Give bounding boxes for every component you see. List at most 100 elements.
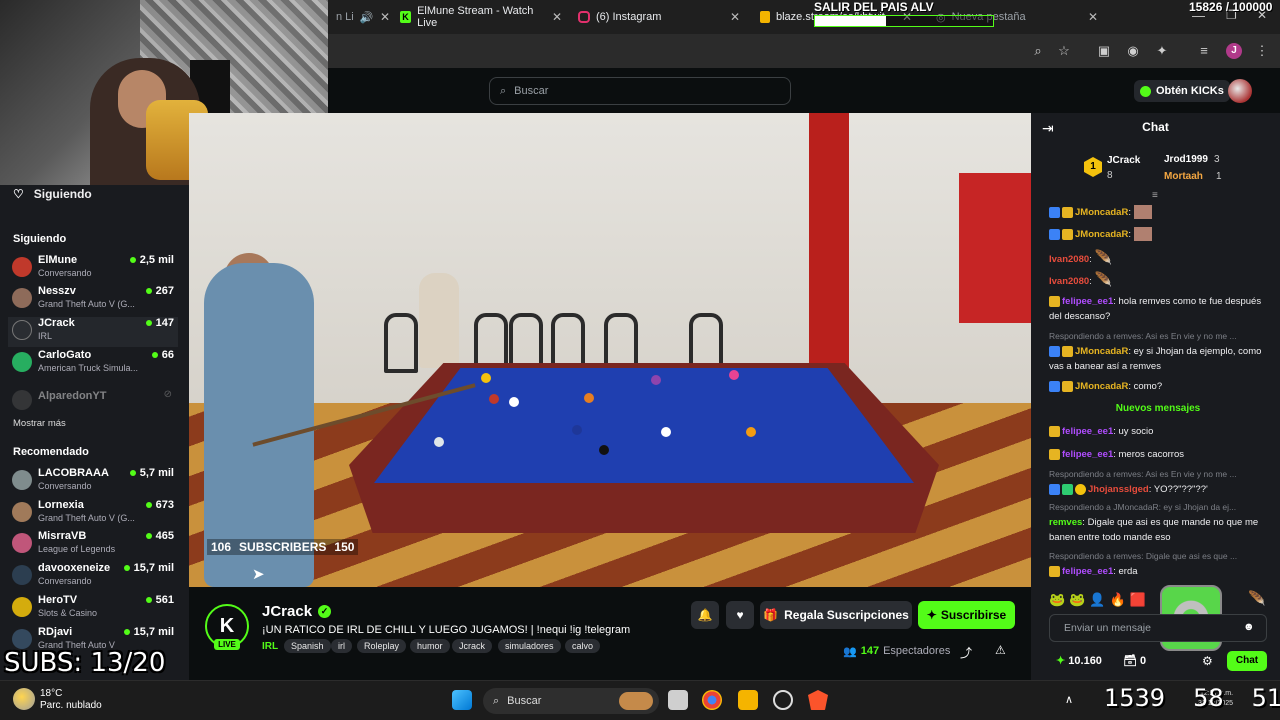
sidebar-item-misrravb[interactable]: MisrraVB League of Legends 465	[12, 530, 174, 560]
user-avatar[interactable]	[1228, 79, 1252, 103]
reply-preview: Respondiendo a remves: Asi es En vie y n…	[1049, 469, 1237, 479]
emote-icon	[1133, 205, 1152, 220]
star-icon[interactable]: ☆	[1056, 43, 1072, 59]
leaderboard-value: 8	[1107, 170, 1113, 181]
emote-icon[interactable]: 🟥	[1130, 592, 1146, 608]
chat-message: felipee_ee1: hola remves como te fue des…	[1049, 295, 1262, 322]
show-more-link[interactable]: Mostrar más	[13, 418, 66, 429]
tray-chevron-icon[interactable]: ∧	[1065, 693, 1073, 706]
tag-chip[interactable]: Spanish	[284, 639, 331, 653]
emote-icon[interactable]: 🐸	[1049, 592, 1065, 608]
follow-heart-button[interactable]: ♥	[726, 601, 754, 629]
countdown-overlay: 1539 58 51	[1104, 684, 1280, 712]
profile-avatar[interactable]: J	[1226, 43, 1242, 59]
report-icon[interactable]: ⚠	[995, 643, 1006, 657]
zoom-icon[interactable]: ⌕	[1030, 43, 1046, 59]
chat-message: JMoncadaR:	[1049, 205, 1271, 220]
file-explorer-icon[interactable]	[738, 690, 758, 710]
tag-chip[interactable]: humor	[410, 639, 450, 653]
following-nav[interactable]: ♡ Siguiendo	[13, 187, 92, 201]
verified-icon: ✓	[318, 605, 332, 618]
chrome-icon[interactable]	[702, 690, 722, 710]
close-icon[interactable]: ✕	[380, 10, 390, 24]
leaderboard-name: Jrod1999	[1164, 154, 1208, 165]
seated-person	[419, 273, 459, 368]
crown-icon	[1049, 295, 1060, 307]
badge-icon	[1049, 380, 1060, 392]
tag-chip[interactable]: Jcrack	[452, 639, 493, 653]
windows-start-icon[interactable]	[452, 690, 472, 710]
emote-icon[interactable]: 🔥	[1110, 592, 1126, 608]
kick-logo-icon: K	[219, 614, 235, 637]
crown-icon	[1062, 380, 1073, 392]
left-sidebar: ♡ Siguiendo Siguiendo ElMune Conversando…	[0, 185, 189, 680]
instagram-icon	[578, 11, 590, 23]
emote-bar[interactable]: 🐸 🐸 👤 🔥 🟥	[1049, 592, 1146, 608]
weather-widget[interactable]: 18°C Parc. nublado	[40, 688, 102, 712]
leaderboard-name: JCrack	[1107, 155, 1141, 166]
tab-label: ElMune Stream - Watch Live	[417, 5, 534, 29]
tag-chip[interactable]: simuladores	[498, 639, 561, 653]
channel-points[interactable]: ✦ 10.160	[1056, 654, 1102, 667]
goal-progress-fill	[815, 16, 887, 26]
extension-shield-icon[interactable]: ◉	[1125, 43, 1141, 59]
browser-tab[interactable]: (6) Instagram ✕	[570, 4, 740, 30]
emote-icon	[1133, 227, 1152, 242]
category-link[interactable]: IRL	[262, 641, 278, 652]
sidebar-item-nesszv[interactable]: Nesszv Grand Theft Auto V (G... 267	[12, 285, 174, 315]
sidebar-item-carlogato[interactable]: CarloGato American Truck Simula... 66	[12, 349, 174, 379]
speaker-icon[interactable]: 🔊	[360, 11, 374, 24]
search-input[interactable]: ⌕ Buscar	[489, 77, 791, 105]
tag-chip[interactable]: Roleplay	[357, 639, 407, 653]
gift-subs-button[interactable]: 🎁 Regala Suscripciones	[760, 601, 912, 629]
viewer-count: 👥 147 Espectadores	[843, 645, 951, 658]
subscribers-bar: 106 SUBSCRIBERS 150	[207, 539, 359, 555]
emoji-picker-icon[interactable]: ☻	[1243, 621, 1255, 633]
search-icon: ⌕	[500, 84, 507, 97]
puzzle-icon[interactable]: ✦	[1154, 43, 1170, 59]
taskbar-search[interactable]: ⌕ Buscar	[483, 688, 659, 714]
sidebar-item-davooxeneize[interactable]: davooxeneize Conversando 15,7 mil	[12, 562, 174, 592]
subscribe-button[interactable]: ✦ Suscribirse	[918, 601, 1015, 629]
gift-icon: 🗃	[1123, 655, 1137, 667]
share-icon[interactable]: ⤴	[960, 644, 972, 661]
chat-input[interactable]: Enviar un mensaje	[1049, 614, 1267, 642]
browser-tab[interactable]: K ElMune Stream - Watch Live ✕	[392, 4, 562, 30]
weather-icon[interactable]	[13, 688, 35, 710]
crown-icon	[1062, 345, 1073, 357]
sidebar-item-lacobraaa[interactable]: LACOBRAAA Conversando 5,7 mil	[12, 467, 174, 497]
close-icon[interactable]: ✕	[552, 10, 562, 24]
drops-counter[interactable]: 🗃 0	[1123, 654, 1146, 667]
emote-icon[interactable]: 🐸	[1069, 592, 1085, 608]
tab-label: n Li	[336, 11, 354, 23]
live-badge: LIVE	[214, 639, 240, 650]
fridge	[959, 173, 1031, 323]
screen-icon[interactable]: ▣	[1096, 43, 1112, 59]
avatar	[12, 288, 32, 308]
tag-chip[interactable]: calvo	[565, 639, 601, 653]
task-view-icon[interactable]	[668, 690, 688, 710]
sidebar-item-herotv[interactable]: HeroTV Slots & Casino 561	[12, 594, 174, 624]
gear-icon[interactable]: ⚙	[1202, 654, 1213, 668]
sidebar-item-jcrack[interactable]: JCrack IRL 147	[8, 317, 178, 347]
tag-chip[interactable]: irl	[331, 639, 352, 653]
kebab-menu-icon[interactable]: ⋮	[1254, 43, 1270, 59]
pin-icon[interactable]: ≡	[1152, 190, 1158, 201]
media-icon[interactable]: ≡	[1196, 43, 1212, 59]
recommended-section-title: Recomendado	[13, 446, 89, 458]
browser-tab[interactable]: n Li 🔊 ✕	[328, 4, 390, 30]
sidebar-item-alparedonyt[interactable]: AlparedonYT ⊘	[12, 387, 174, 417]
sidebar-item-elmune[interactable]: ElMune Conversando 2,5 mil	[12, 254, 174, 284]
badge-icon	[1062, 483, 1073, 495]
steam-icon[interactable]	[773, 690, 793, 710]
streamer-name[interactable]: JCrack ✓	[262, 603, 332, 620]
get-kicks-button[interactable]: Obtén KICKs	[1134, 80, 1230, 102]
send-chat-button[interactable]: Chat	[1227, 651, 1267, 671]
video-player[interactable]	[189, 113, 1031, 587]
sidebar-item-lornexia[interactable]: Lornexia Grand Theft Auto V (G... 673	[12, 499, 174, 529]
close-icon[interactable]: ✕	[1088, 10, 1098, 24]
notification-bell-button[interactable]: 🔔	[691, 601, 719, 629]
emote-icon[interactable]: 👤	[1089, 592, 1105, 608]
following-section-title: Siguiendo	[13, 233, 67, 245]
close-icon[interactable]: ✕	[730, 10, 740, 24]
